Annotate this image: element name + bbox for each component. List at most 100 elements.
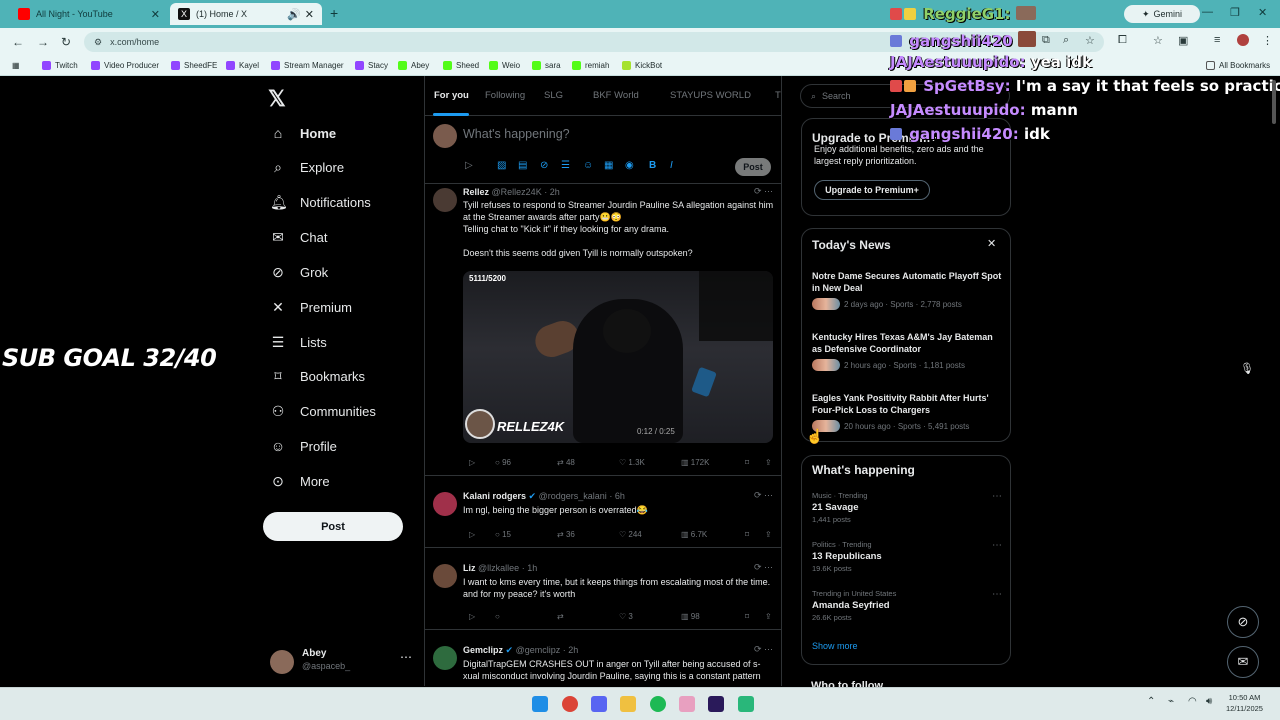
tweet-video[interactable]: 5111/5200 RELLEZ4K 0:12 / 0:25 (463, 271, 773, 443)
like-button[interactable]: ♡ 1.3K (619, 458, 645, 467)
like-button[interactable]: ♡ 244 (619, 530, 642, 539)
repost-button[interactable]: ⇄ 48 (557, 458, 575, 467)
tweet[interactable]: Kalani rodgers ✔ @rodgers_kalani · 6h ⟳ … (425, 488, 781, 548)
italic-icon[interactable]: I (670, 160, 673, 171)
back-icon[interactable]: ← (12, 35, 24, 49)
bookmark-weio[interactable]: Weio (489, 61, 520, 70)
bookmark-icon[interactable]: ⌑ (745, 612, 749, 621)
more-dots-icon[interactable]: ⋯ (992, 589, 1002, 600)
tweet[interactable]: Rellez @Rellez24K · 2h ⟳ ⋯ Tyill refuses… (425, 184, 781, 476)
play-icon[interactable]: ▷ (469, 458, 475, 467)
tab-stayups-world[interactable]: STAYUPS WORLD (670, 90, 751, 101)
speaker-icon[interactable]: 🔊 (287, 8, 301, 21)
tweet[interactable]: Gemclipz ✔ @gemclipz · 2h ⟳ ⋯ DigitalTra… (425, 642, 781, 686)
bookmark-icon[interactable]: ⌑ (745, 458, 749, 467)
tab-for-you[interactable]: For you (434, 90, 469, 101)
more-dots-icon[interactable]: ⋯ (400, 650, 412, 664)
trend-item[interactable]: Music · Trending 21 Savage 1,441 posts ⋯ (812, 491, 1002, 524)
image-icon[interactable]: ▨ (497, 160, 506, 171)
share-icon[interactable]: ⇪ (765, 458, 772, 467)
browser-tab-youtube[interactable]: All Night - YouTube ✕ (10, 3, 168, 25)
app-icon[interactable] (679, 696, 695, 712)
play-icon[interactable]: ▷ (469, 530, 475, 539)
repost-button[interactable]: ⇄ 36 (557, 530, 575, 539)
reply-button[interactable]: ○ 15 (495, 530, 511, 539)
menu-icon[interactable]: ⋮ (1262, 34, 1273, 47)
bookmark-sheedfe[interactable]: SheedFE (171, 61, 217, 70)
compose-input[interactable]: What's happening? (463, 127, 570, 141)
folder-icon[interactable] (620, 696, 636, 712)
nav-bookmarks[interactable]: ⌑ Bookmarks (270, 364, 365, 388)
compose-post-button[interactable]: Post (735, 158, 771, 176)
reply-button[interactable]: ○ 96 (495, 458, 511, 467)
tab-following[interactable]: Following (485, 90, 525, 101)
browser-tab-x[interactable]: X (1) Home / X 🔊 ✕ (170, 3, 322, 25)
clock[interactable]: 10:50 AM 12/11/2025 (1226, 692, 1263, 714)
bookmark-twitch[interactable]: Twitch (42, 61, 78, 70)
trend-item[interactable]: Politics · Trending 13 Republicans 19.6K… (812, 540, 1002, 573)
network-icon[interactable]: ⌁ (1168, 696, 1174, 707)
close-tab-icon[interactable]: ✕ (305, 8, 314, 21)
discord-icon[interactable] (591, 696, 607, 712)
site-info-icon[interactable]: ⚙ (94, 37, 102, 48)
tab-more[interactable]: Ti (775, 90, 781, 101)
zoom-icon[interactable]: ⌕ (1063, 34, 1069, 47)
schedule-icon[interactable]: ▦ (604, 160, 613, 171)
views-button[interactable]: ▥ 172K (681, 458, 709, 467)
wifi-icon[interactable]: ◠ (1188, 696, 1197, 707)
news-item[interactable]: Notre Dame Secures Automatic Playoff Spo… (812, 270, 1002, 310)
scrollbar[interactable] (1272, 80, 1276, 124)
nav-home[interactable]: ⌂ Home (270, 121, 336, 145)
close-window-icon[interactable]: ✕ (1258, 6, 1267, 19)
tweet-menu-icon[interactable]: ⟳ ⋯ (754, 644, 773, 655)
nav-grok[interactable]: ⊘ Grok (270, 260, 328, 284)
news-item[interactable]: Kentucky Hires Texas A&M's Jay Bateman a… (812, 331, 1002, 371)
windows-start-icon[interactable] (532, 696, 548, 712)
bookmark-stacy[interactable]: Stacy (355, 61, 388, 70)
like-button[interactable]: ♡ 3 (619, 612, 633, 621)
bookmark-video-producer[interactable]: Video Producer (91, 61, 159, 70)
views-button[interactable]: ▥ 6.7K (681, 530, 707, 539)
bookmark-stream-manager[interactable]: Stream Manager (271, 61, 344, 70)
chrome-icon[interactable] (562, 696, 578, 712)
share-icon[interactable]: ⇪ (765, 530, 772, 539)
bookmark-kayel[interactable]: Kayel (226, 61, 259, 70)
emoji-icon[interactable]: ☺ (583, 160, 593, 171)
nav-explore[interactable]: ⌕ Explore (270, 155, 344, 179)
tweet-menu-icon[interactable]: ⟳ ⋯ (754, 186, 773, 197)
bold-icon[interactable]: B (649, 160, 656, 171)
extensions-icon[interactable]: ⧠ (1118, 34, 1127, 47)
more-dots-icon[interactable]: ⋯ (992, 491, 1002, 502)
nav-premium[interactable]: ✕ Premium (270, 295, 352, 319)
maximize-icon[interactable]: ❐ (1230, 6, 1240, 19)
tweet[interactable]: Liz @llzkallee · 1h ⟳ ⋯ I want to kms ev… (425, 560, 781, 630)
gemini-button[interactable]: ✦ Gemini (1124, 5, 1200, 23)
volume-icon[interactable]: 🔊︎ (1206, 696, 1212, 707)
grok-float-button[interactable]: ⊘ (1227, 606, 1259, 638)
minimize-icon[interactable]: — (1202, 6, 1213, 18)
tab-bkf-world[interactable]: BKF World (593, 90, 639, 101)
streamlabs-icon[interactable] (738, 696, 754, 712)
forward-icon[interactable]: → (37, 35, 49, 49)
news-item[interactable]: Eagles Yank Positivity Rabbit After Hurt… (812, 392, 1002, 432)
close-icon[interactable]: ✕ (987, 237, 996, 250)
new-tab-icon[interactable]: + (330, 5, 338, 21)
share-icon[interactable]: ⇪ (765, 612, 772, 621)
nav-notifications[interactable]: 🔔︎ Notifications (270, 190, 371, 214)
bookmark-abey[interactable]: Abey (398, 61, 429, 70)
nav-profile[interactable]: ☺ Profile (270, 434, 337, 458)
close-tab-icon[interactable]: ✕ (151, 8, 160, 21)
spotify-icon[interactable] (650, 696, 666, 712)
account-switcher[interactable]: Abey @aspaceb_ ⋯ (270, 648, 420, 676)
bookmarks-icon[interactable]: ☆ (1153, 34, 1163, 47)
reload-icon[interactable]: ↻ (61, 35, 71, 49)
play-icon[interactable]: ▷ (465, 160, 473, 171)
show-more-link[interactable]: Show more (812, 641, 858, 651)
nav-chat[interactable]: ✉ Chat (270, 225, 327, 249)
nav-communities[interactable]: ⚇ Communities (270, 399, 376, 423)
more-dots-icon[interactable]: ⋯ (992, 540, 1002, 551)
nav-more[interactable]: ⊙ More (270, 469, 330, 493)
install-icon[interactable]: ⧉ (1042, 34, 1050, 47)
split-icon[interactable]: ▣ (1178, 34, 1188, 47)
reply-button[interactable]: ○ (495, 612, 500, 621)
